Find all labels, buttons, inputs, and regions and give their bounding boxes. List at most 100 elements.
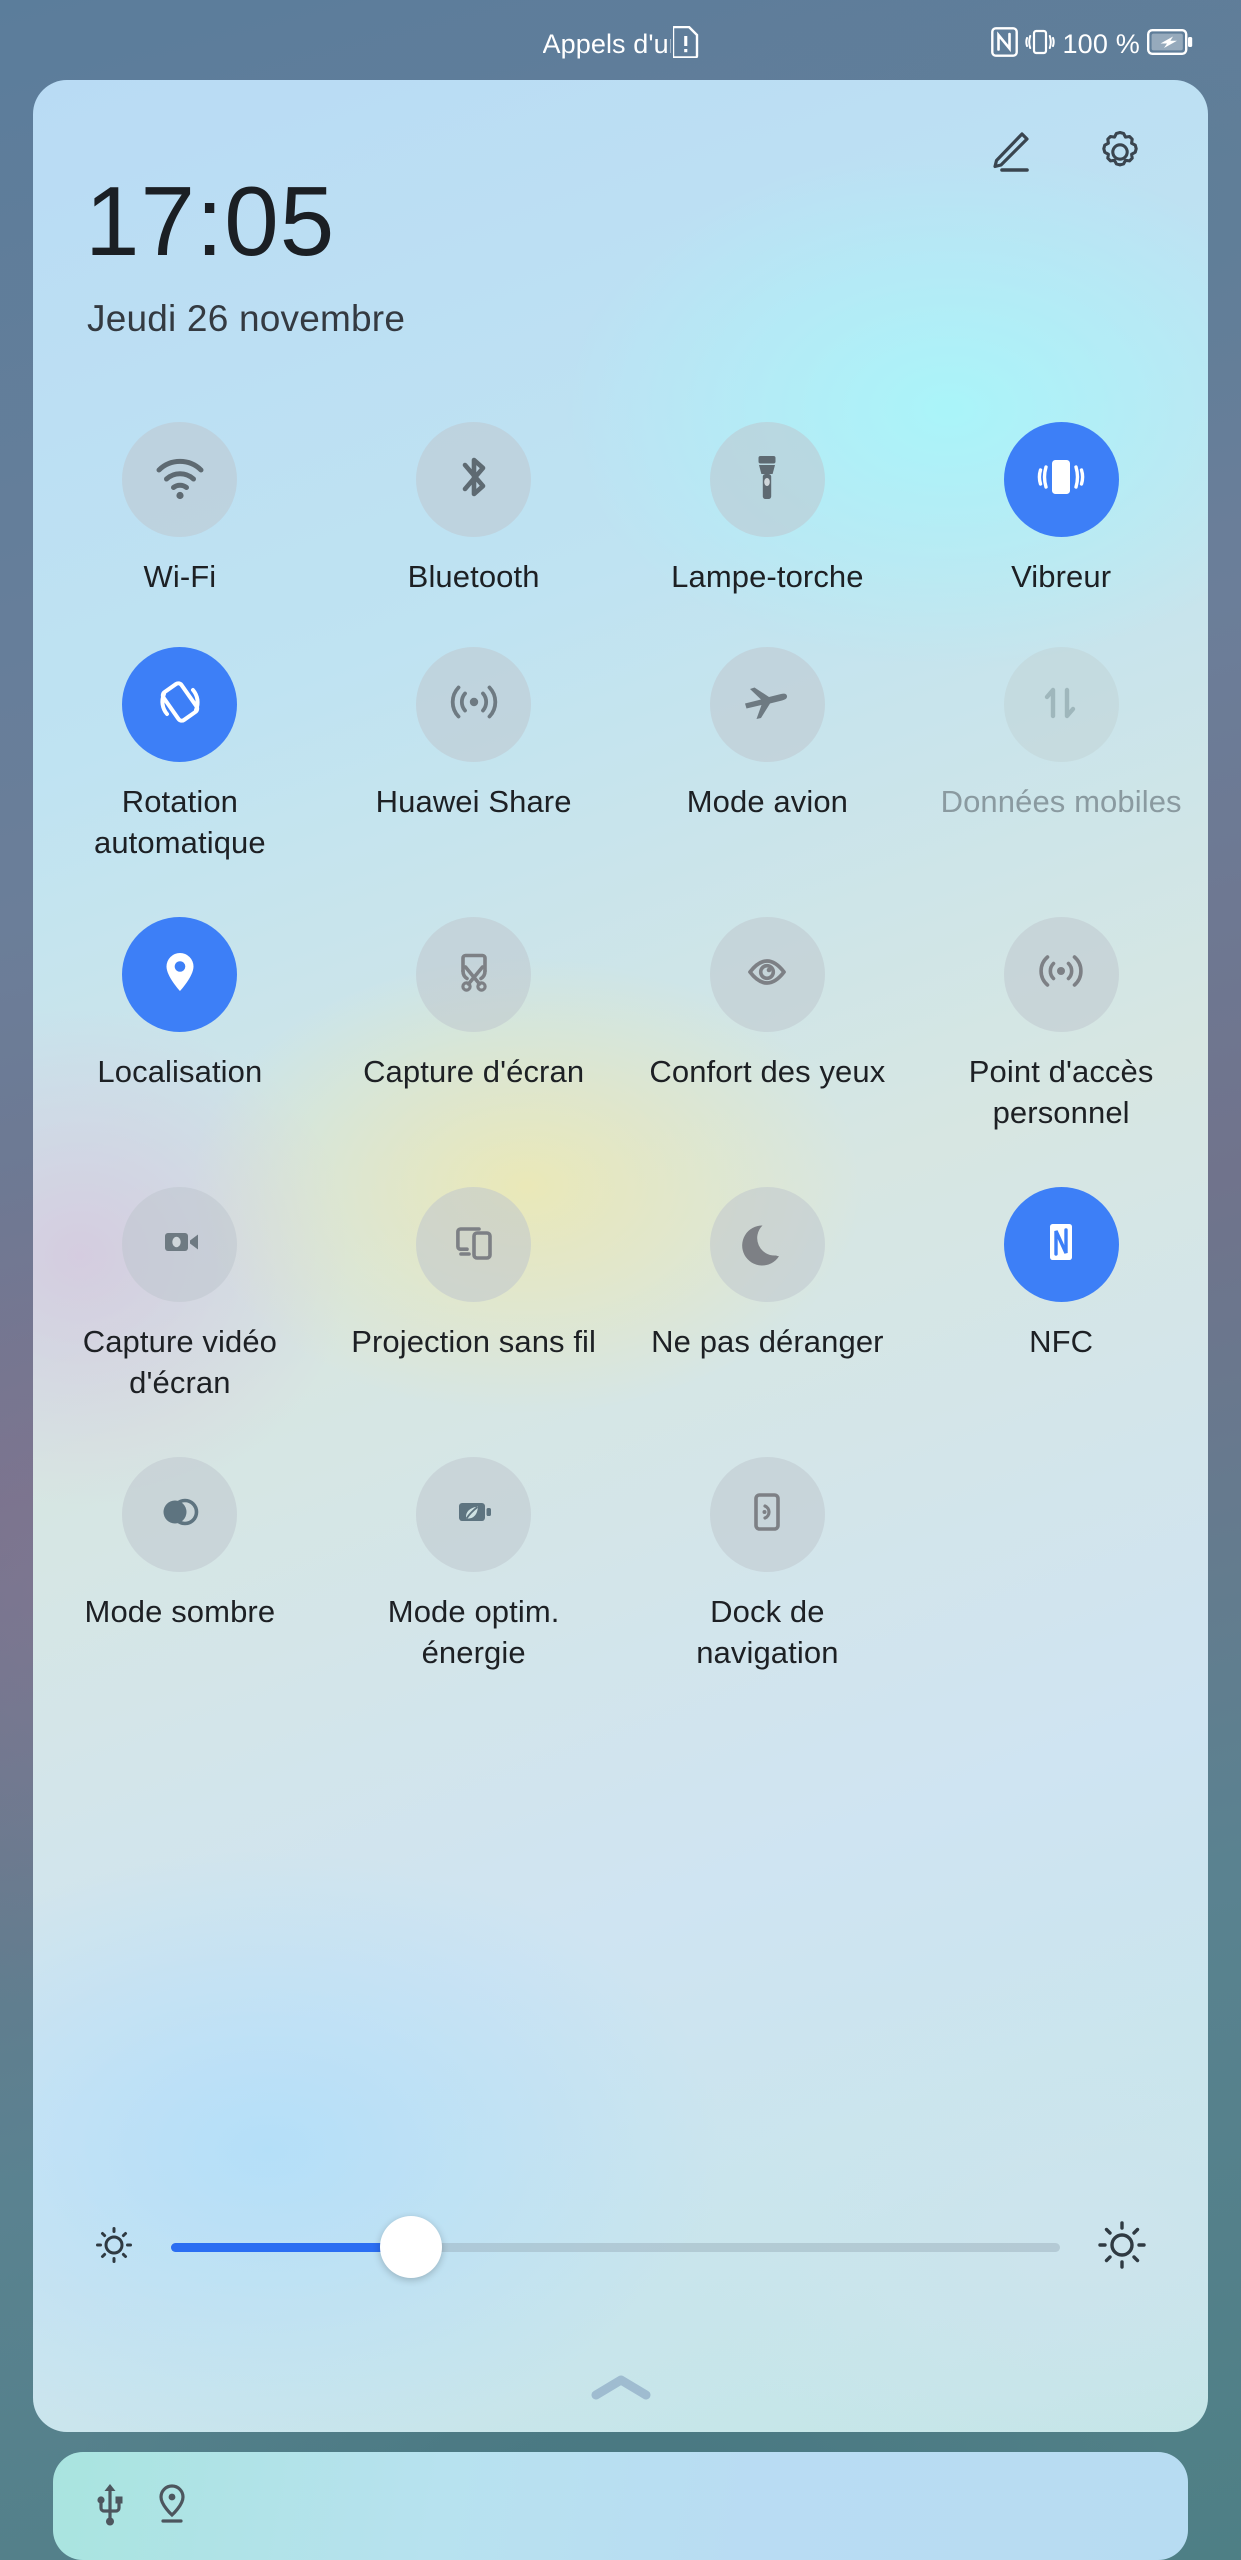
toggle-label: Dock de navigation — [696, 1594, 839, 1670]
toggle-airplane-mode[interactable]: Mode avion — [621, 635, 915, 905]
toggle-label: Mode optim. énergie — [387, 1594, 560, 1670]
toggle-circle — [709, 917, 825, 1032]
toggle-label: Capture vidéo d'écran — [82, 1324, 278, 1400]
toggle-label: Rotation automatique — [94, 784, 266, 860]
battery-charging-icon — [1147, 28, 1193, 60]
toggle-label: Huawei Share — [375, 784, 572, 819]
toggle-label: Données mobiles — [940, 784, 1182, 819]
status-bar-right: 100 % — [991, 26, 1193, 62]
toggle-label: Mode sombre — [84, 1594, 276, 1629]
brightness-slider[interactable] — [171, 2216, 1060, 2278]
toggle-label: Point d'accès personnel — [968, 1054, 1154, 1130]
brightness-slider-thumb[interactable] — [380, 2216, 443, 2278]
toggle-circle — [416, 1457, 532, 1572]
toggle-eye-comfort[interactable]: Confort des yeux — [621, 905, 915, 1175]
toggle-circle — [416, 422, 532, 537]
toggle-screen-record[interactable]: Capture vidéo d'écran — [33, 1175, 327, 1445]
battery-percent-text: 100 % — [1062, 28, 1140, 59]
toggle-circle — [122, 917, 238, 1032]
quick-toggles-grid: Wi-Fi Bluetooth Lampe-torche Vibreur Rot… — [33, 410, 1208, 1715]
toggle-label: Localisation — [97, 1054, 263, 1089]
notification-card[interactable] — [53, 2452, 1188, 2560]
toggle-power-saver[interactable]: Mode optim. énergie — [327, 1445, 621, 1715]
brightness-high-icon — [1094, 2217, 1150, 2278]
toggle-label: Confort des yeux — [649, 1054, 886, 1089]
toggle-circle — [1003, 422, 1119, 537]
airplane-icon — [737, 672, 797, 737]
screen-record-icon — [151, 1213, 209, 1276]
brightness-slider-fill — [171, 2242, 412, 2252]
huawei-share-icon — [445, 673, 503, 736]
panel-header: 17:05 Jeudi 26 novembre — [33, 80, 1208, 350]
wireless-cast-icon — [445, 1213, 503, 1276]
toggle-dark-mode[interactable]: Mode sombre — [33, 1445, 327, 1715]
toggle-circle — [122, 422, 238, 537]
location-pin-icon — [151, 943, 209, 1006]
toggle-circle — [122, 1187, 238, 1302]
toggle-circle — [709, 1187, 825, 1302]
toggle-nav-dock[interactable]: Dock de navigation — [621, 1445, 915, 1715]
toggle-empty-slot — [914, 1445, 1208, 1715]
toggle-circle — [709, 1457, 825, 1572]
toggle-label: Vibreur — [1011, 559, 1112, 594]
status-bar: Appels d'urg 100 % — [0, 0, 1241, 88]
toggle-label: Ne pas déranger — [651, 1324, 884, 1359]
toggle-circle — [1003, 917, 1119, 1032]
nfc-icon — [1032, 1213, 1090, 1276]
toggle-label: NFC — [1029, 1324, 1094, 1359]
screenshot-icon — [445, 943, 503, 1006]
location-pin-icon — [155, 2481, 189, 2532]
collapse-panel-handle[interactable] — [33, 2371, 1208, 2410]
nfc-icon — [991, 26, 1019, 62]
header-actions — [980, 126, 1148, 182]
usb-icon — [93, 2481, 127, 2532]
toggle-label: Capture d'écran — [363, 1054, 585, 1089]
toggle-circle — [416, 1187, 532, 1302]
quick-settings-panel: 17:05 Jeudi 26 novembre Wi-Fi Bluetooth … — [33, 80, 1208, 2432]
toggle-label: Lampe-torche — [671, 559, 864, 594]
toggle-auto-rotate[interactable]: Rotation automatique — [33, 635, 327, 905]
toggle-circle — [416, 917, 532, 1032]
eye-comfort-icon — [738, 943, 796, 1006]
brightness-low-icon — [91, 2222, 137, 2273]
toggle-huawei-share[interactable]: Huawei Share — [327, 635, 621, 905]
toggle-label: Bluetooth — [407, 559, 540, 594]
vibrate-icon — [1025, 27, 1056, 62]
sim-alert-icon — [671, 25, 699, 63]
emergency-calls-text: Appels d'urg — [542, 28, 671, 59]
battery-saver-icon — [445, 1483, 503, 1546]
brightness-slider-row — [33, 2192, 1208, 2302]
toggle-mobile-data[interactable]: Données mobiles — [914, 635, 1208, 905]
settings-button[interactable] — [1092, 126, 1148, 182]
hotspot-icon — [1032, 943, 1090, 1006]
toggle-circle — [1003, 1187, 1119, 1302]
toggle-nfc[interactable]: NFC — [914, 1175, 1208, 1445]
toggle-do-not-disturb[interactable]: Ne pas déranger — [621, 1175, 915, 1445]
bluetooth-icon — [444, 447, 504, 512]
gear-icon — [1093, 125, 1147, 184]
wifi-icon — [149, 446, 211, 513]
nav-dock-icon — [738, 1483, 796, 1546]
toggle-circle — [709, 422, 825, 537]
toggle-circle — [122, 1457, 238, 1572]
chevron-up-icon — [586, 2371, 656, 2410]
toggle-flashlight[interactable]: Lampe-torche — [621, 410, 915, 635]
clock-date: Jeudi 26 novembre — [87, 298, 406, 339]
mobile-data-icon — [1033, 674, 1089, 735]
toggle-location[interactable]: Localisation — [33, 905, 327, 1175]
toggle-vibrate[interactable]: Vibreur — [914, 410, 1208, 635]
toggle-label: Projection sans fil — [351, 1324, 597, 1359]
toggle-hotspot[interactable]: Point d'accès personnel — [914, 905, 1208, 1175]
moon-icon — [738, 1213, 796, 1276]
clock-time: 17:05 — [85, 166, 336, 276]
toggle-wireless-projection[interactable]: Projection sans fil — [327, 1175, 621, 1445]
toggle-circle — [122, 647, 238, 762]
toggle-screenshot[interactable]: Capture d'écran — [327, 905, 621, 1175]
toggle-label: Mode avion — [686, 784, 849, 819]
toggle-circle — [709, 647, 825, 762]
toggle-wifi[interactable]: Wi-Fi — [33, 410, 327, 635]
edit-toggles-button[interactable] — [980, 126, 1036, 182]
toggle-bluetooth[interactable]: Bluetooth — [327, 410, 621, 635]
pencil-edit-icon — [981, 125, 1035, 184]
toggle-circle — [1003, 647, 1119, 762]
